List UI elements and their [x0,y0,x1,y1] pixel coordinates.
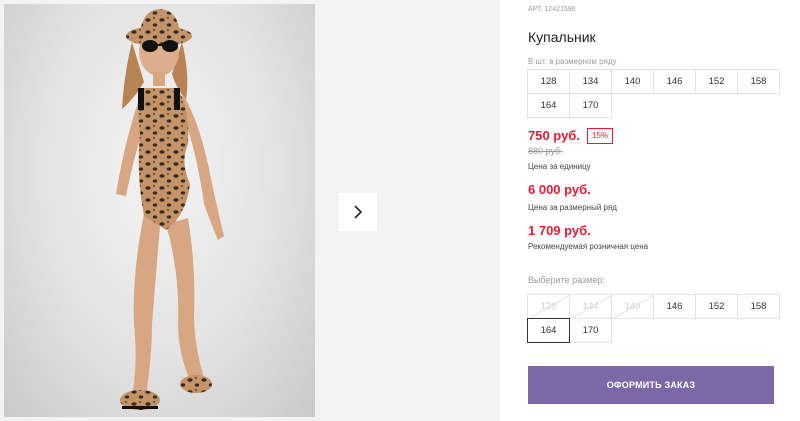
size-row-grid: 128 134 140 146 152 158 164 170 [527,69,780,118]
size-row-cell: 158 [737,69,780,94]
unit-price-note: Цена за единицу [528,162,591,171]
old-price: 880 руб. [528,146,563,156]
size-option-selected[interactable]: 164 [527,318,570,343]
unit-price: 750 руб. [528,128,580,143]
chevron-right-icon [354,205,363,219]
product-photo-illustration [116,9,224,410]
discount-badge: 15% [587,128,614,144]
product-gallery [0,0,500,421]
size-row-cell: 140 [611,69,654,94]
size-option: 134 [569,294,612,319]
place-order-button[interactable]: ОФОРМИТЬ ЗАКАЗ [528,366,774,404]
product-title: Купальник [528,29,596,45]
size-row-cell: 146 [653,69,696,94]
gallery-next-button[interactable] [339,193,377,231]
size-row-cell: 134 [569,69,612,94]
size-option[interactable]: 146 [653,294,696,319]
size-option: 140 [611,294,654,319]
size-option[interactable]: 170 [569,318,612,343]
size-option: 128 [527,294,570,319]
size-option[interactable]: 158 [737,294,780,319]
size-option[interactable]: 152 [695,294,738,319]
size-row-label: В шт. в размерном ряду [528,57,617,66]
recommended-price-note: Рекомендуемая розничная цена [528,242,649,251]
product-info: АРТ. 12421596 Купальник В шт. в размерно… [527,0,780,421]
choose-size-label: Выберите размер: [528,275,605,285]
size-selector: 128 134 140 146 152 158 164 170 [527,294,780,343]
size-row-cell: 128 [527,69,570,94]
row-price-note: Цена за размерный ряд [528,203,617,212]
recommended-price: 1 709 руб. [528,223,591,238]
row-price: 6 000 руб. [528,182,591,197]
size-row-cell: 164 [527,93,570,118]
size-row-cell: 152 [695,69,738,94]
product-sku: АРТ. 12421596 [528,6,576,13]
product-photo [4,4,315,417]
size-row-cell: 170 [569,93,612,118]
